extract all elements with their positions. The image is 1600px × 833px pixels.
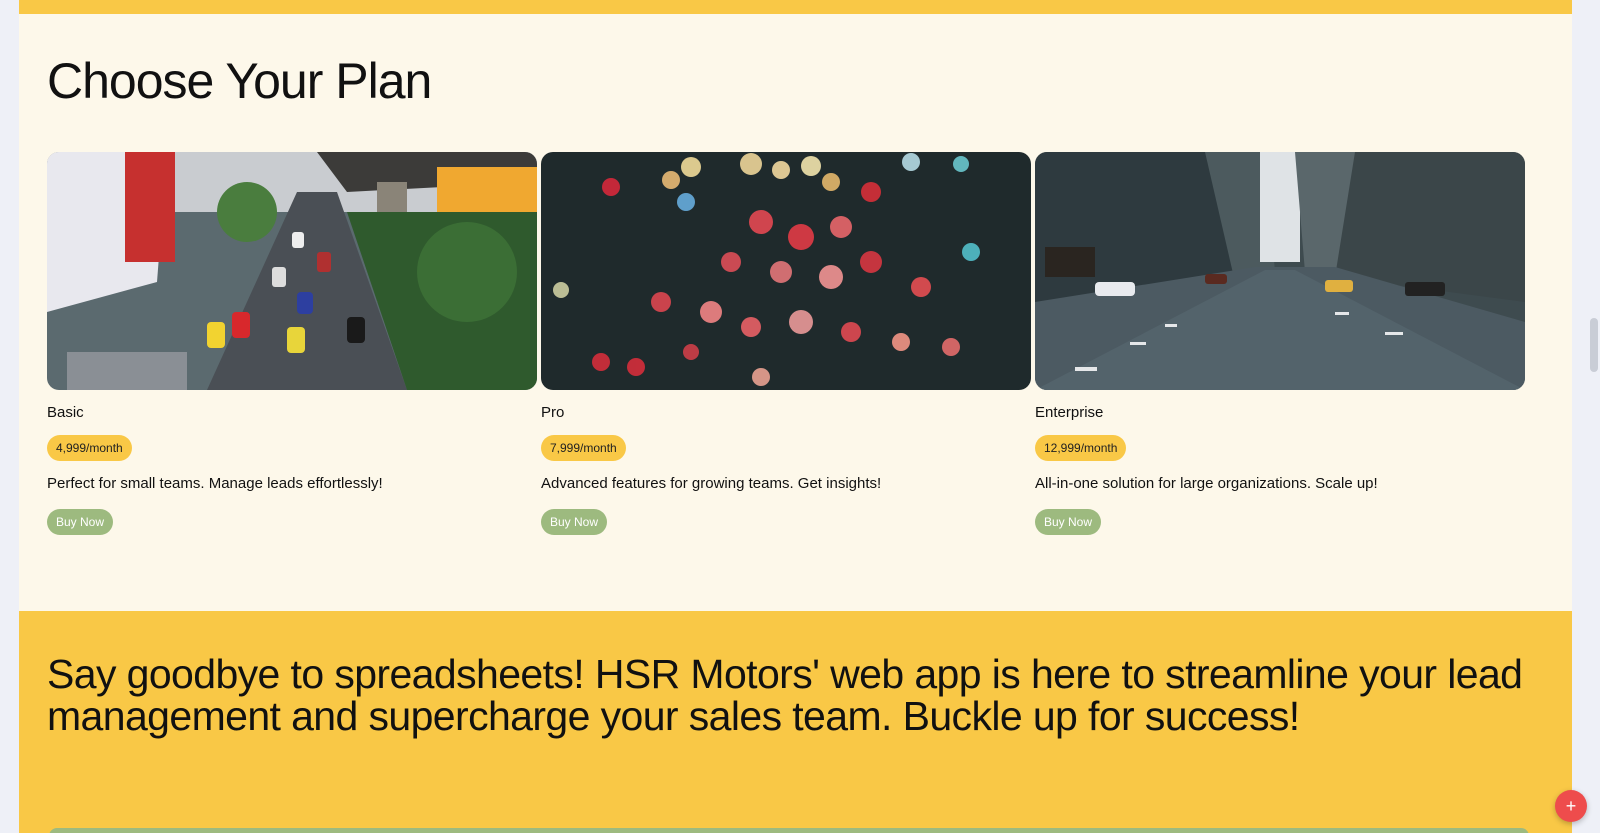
- buy-now-button-enterprise[interactable]: Buy Now: [1035, 509, 1102, 535]
- city-traffic-image: [47, 152, 537, 390]
- banner-text: Say goodbye to spreadsheets! HSR Motors'…: [47, 651, 1523, 739]
- bokeh-lights-image: [541, 152, 1031, 390]
- plans-title: Choose Your Plan: [47, 53, 432, 109]
- city-street-image: [1035, 152, 1525, 390]
- plan-name: Basic: [47, 404, 84, 421]
- buy-now-button-pro[interactable]: Buy Now: [541, 509, 608, 535]
- buy-now-button-basic[interactable]: Buy Now: [47, 509, 114, 535]
- plus-icon: +: [1565, 795, 1577, 816]
- plan-price-badge: 12,999/month: [1035, 435, 1127, 461]
- page: Choose Your Plan Basic 4,999/month Perfe…: [19, 0, 1572, 833]
- plan-description: Perfect for small teams. Manage leads ef…: [47, 475, 383, 492]
- banner-bottom-bar: [49, 828, 1529, 833]
- plan-card-enterprise: Enterprise 12,999/month All-in-one solut…: [1035, 152, 1525, 535]
- plan-price-badge: 7,999/month: [541, 435, 626, 461]
- top-accent-strip: [19, 0, 1572, 14]
- plan-card-pro: Pro 7,999/month Advanced features for gr…: [541, 152, 1031, 535]
- promo-banner: Say goodbye to spreadsheets! HSR Motors'…: [19, 611, 1572, 833]
- plan-card-basic: Basic 4,999/month Perfect for small team…: [47, 152, 537, 535]
- plan-description: Advanced features for growing teams. Get…: [541, 475, 882, 492]
- scrollbar-thumb[interactable]: [1590, 318, 1598, 372]
- add-fab-button[interactable]: +: [1555, 790, 1587, 822]
- plan-name: Enterprise: [1035, 404, 1104, 421]
- plan-description: All-in-one solution for large organizati…: [1035, 475, 1378, 492]
- plan-name: Pro: [541, 404, 565, 421]
- plan-price-badge: 4,999/month: [47, 435, 132, 461]
